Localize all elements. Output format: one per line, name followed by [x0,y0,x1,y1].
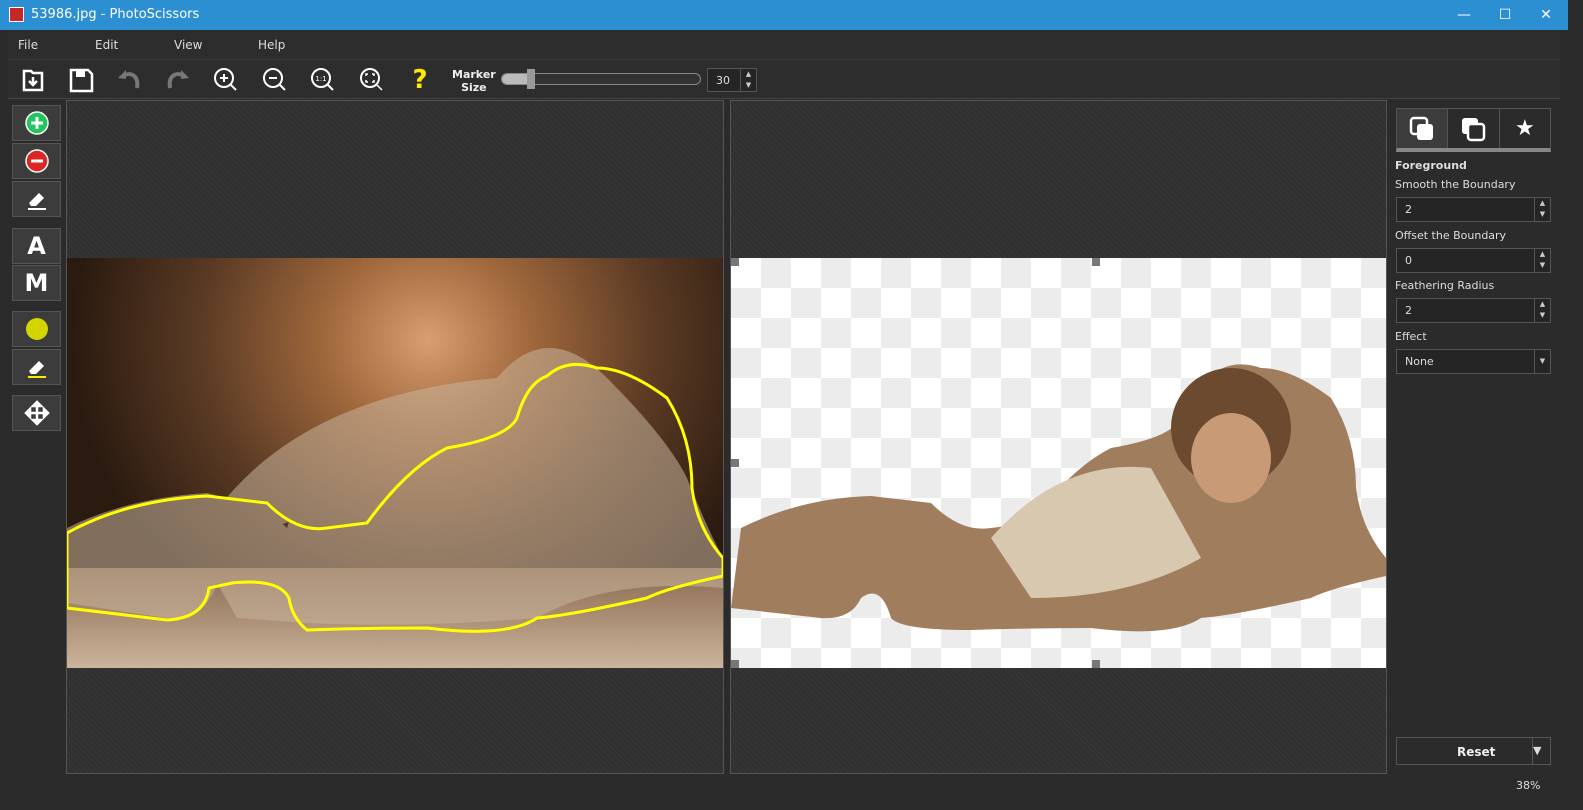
open-button[interactable] [18,66,48,94]
zoom-actual-button[interactable]: 1:1 [308,66,338,94]
menu-view[interactable]: View [174,38,202,52]
resize-handle[interactable] [731,660,739,668]
zoom-in-icon [214,68,237,91]
reset-dropdown-icon[interactable]: ▼ [1532,738,1550,764]
effect-select[interactable]: None ▼ [1396,349,1551,374]
redo-button[interactable] [163,66,193,94]
zoom-actual-label: 1:1 [315,75,326,83]
menu-help[interactable]: Help [258,38,285,52]
auto-mode-button[interactable]: A [12,228,61,264]
settings-panel: ★ Foreground Smooth the Boundary 2 ▲ ▼ Off… [1388,100,1560,794]
offset-value[interactable]: 0 [1405,254,1412,267]
spinner-arrows[interactable]: ▲ ▼ [1534,299,1550,322]
result-image [731,258,1386,668]
resize-handle[interactable] [731,258,739,266]
effect-label: Effect [1395,330,1427,343]
marker-size-spinner[interactable]: 30 ▲ ▼ [707,68,757,92]
zoom-out-icon [263,68,286,91]
remove-marker-button[interactable] [12,143,61,179]
background-icon [1462,117,1486,141]
plus-circle-icon [24,111,49,135]
eraser-button[interactable] [12,181,61,217]
redo-icon [167,70,189,89]
effect-value: None [1405,355,1434,368]
source-image[interactable] [67,258,723,668]
add-marker-button[interactable] [12,105,61,141]
marker-label-line2: Size [461,81,487,94]
spinner-arrows[interactable]: ▲ ▼ [1534,249,1550,272]
marker-size-slider[interactable] [501,69,701,89]
slider-thumb[interactable] [526,69,535,89]
offset-spinner[interactable]: 0 ▲ ▼ [1396,248,1551,273]
move-icon [23,400,50,426]
open-icon [22,69,44,92]
close-button[interactable]: ✕ [1523,0,1569,30]
maximize-button[interactable]: ☐ [1482,0,1528,30]
toolbar: 1:1 ? Marker Size 30 ▲ ▼ [8,61,1560,99]
zoom-fit-icon [360,68,383,91]
move-button[interactable] [12,395,61,431]
marker-size-value[interactable]: 30 [716,74,730,87]
selection-outline [67,348,723,633]
chevron-down-icon[interactable]: ▼ [1534,350,1550,373]
feather-label: Feathering Radius [1395,279,1495,292]
zoom-out-button[interactable] [260,66,290,94]
eraser-icon [27,193,46,210]
smooth-value[interactable]: 2 [1405,203,1412,216]
save-button[interactable] [66,66,96,94]
zoom-in-button[interactable] [211,66,241,94]
tab-foreground[interactable] [1397,109,1449,148]
save-icon [69,68,94,93]
help-button[interactable]: ? [405,66,435,94]
yellow-circle-icon [25,318,48,340]
menu-file[interactable]: File [18,38,38,52]
reset-button[interactable]: Reset ▼ [1396,737,1551,765]
section-title: Foreground [1395,159,1467,172]
outline-marker-button[interactable] [12,311,61,347]
tool-panel: A M [8,100,66,794]
spinner-arrows[interactable]: ▲ ▼ [740,69,756,91]
spinner-arrows[interactable]: ▲ ▼ [1534,198,1550,221]
undo-button[interactable] [114,66,144,94]
star-icon: ★ [1514,116,1535,141]
eraser-yellow-icon [27,361,46,378]
title-bar: 53986.jpg - PhotoScissors — ☐ ✕ [0,0,1568,30]
marker-size-label: Marker Size [452,68,496,94]
zoom-actual-icon: 1:1 [311,68,334,91]
tab-background[interactable] [1448,109,1500,148]
minimize-button[interactable]: — [1441,0,1487,30]
window-title: 53986.jpg - PhotoScissors [31,7,200,22]
menu-edit[interactable]: Edit [95,38,118,52]
panel-tabs: ★ [1396,108,1551,152]
undo-icon [118,70,140,89]
marker-label-line1: Marker [452,68,496,81]
smooth-label: Smooth the Boundary [1395,178,1516,191]
reset-label: Reset [1457,745,1496,759]
outline-eraser-button[interactable] [12,349,61,385]
offset-label: Offset the Boundary [1395,229,1507,242]
manual-mode-button[interactable]: M [12,265,61,301]
minus-circle-icon [24,149,49,173]
foreground-icon [1409,116,1434,140]
resize-handle[interactable] [731,459,739,467]
menu-bar: File Edit View Help [8,30,1560,60]
zoom-status: 38% [1516,779,1541,792]
resize-handle[interactable] [1092,660,1100,668]
tab-effects[interactable]: ★ [1500,109,1550,148]
feather-spinner[interactable]: 2 ▲ ▼ [1396,298,1551,323]
zoom-fit-button[interactable] [357,66,387,94]
smooth-spinner[interactable]: 2 ▲ ▼ [1396,197,1551,222]
feather-value[interactable]: 2 [1405,304,1412,317]
cutout-subject [731,364,1386,632]
resize-handle[interactable] [1092,258,1100,266]
app-icon [9,7,24,22]
